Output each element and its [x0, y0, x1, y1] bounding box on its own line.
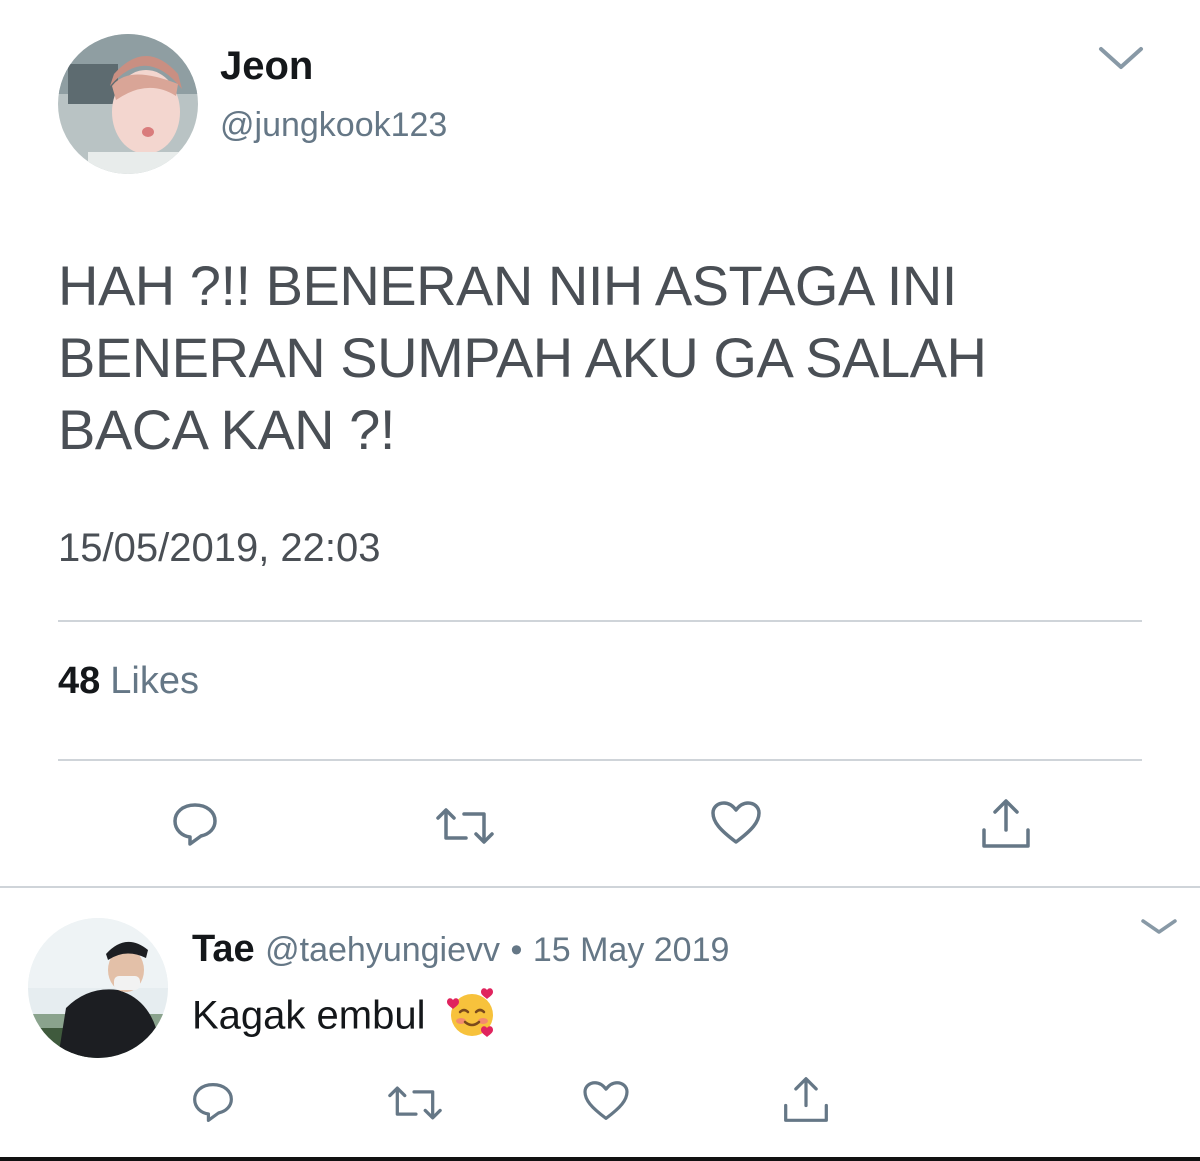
meta-separator: •	[510, 931, 523, 969]
chevron-down-icon[interactable]	[1140, 918, 1178, 936]
share-icon	[784, 1077, 828, 1122]
reply-author-name[interactable]: Tae	[192, 928, 255, 970]
bottom-edge	[0, 1157, 1200, 1161]
share-icon	[982, 799, 1030, 848]
reply-date[interactable]: 15 May 2019	[533, 931, 730, 969]
reply-header: Tae @taehyungievv • 15 May 2019	[192, 928, 729, 971]
author-handle[interactable]: @jungkook123	[220, 106, 447, 145]
retweet-button[interactable]	[388, 1084, 442, 1122]
emoji-smiling-hearts	[445, 986, 499, 1050]
chevron-down-icon[interactable]	[1098, 44, 1144, 72]
retweet-button[interactable]	[436, 806, 494, 846]
author-name[interactable]: Jeon	[220, 44, 313, 89]
tweet-text-line: BENERAN SUMPAH AKU GA SALAH	[58, 326, 987, 389]
reply-author-handle[interactable]: @taehyungievv	[265, 931, 500, 969]
divider	[58, 620, 1142, 622]
reply-button[interactable]	[170, 800, 220, 848]
likes-label: Likes	[110, 660, 199, 702]
like-icon	[583, 1081, 629, 1120]
reply-avatar[interactable]	[28, 918, 168, 1058]
reply-text-content: Kagak embul	[192, 993, 426, 1038]
reply-text: Kagak embul	[192, 986, 499, 1050]
reply-button[interactable]	[190, 1080, 236, 1124]
likes-count: 48	[58, 660, 101, 702]
avatar-photo	[58, 34, 198, 174]
divider	[58, 759, 1142, 761]
like-icon	[711, 801, 761, 844]
avatar-photo	[28, 918, 168, 1058]
author-avatar[interactable]	[58, 34, 198, 174]
share-button[interactable]	[980, 798, 1032, 850]
share-button[interactable]	[782, 1076, 830, 1124]
tweet-timestamp[interactable]: 15/05/2019, 22:03	[58, 526, 381, 571]
reply-icon	[173, 803, 217, 846]
tweet-text-line: BACA KAN ?!	[58, 398, 395, 461]
retweet-icon	[388, 1086, 442, 1120]
like-button[interactable]	[710, 800, 762, 846]
reply-icon	[193, 1082, 233, 1122]
tweet-text: HAH ?!! BENERAN NIH ASTAGA INI BENERAN S…	[58, 250, 1158, 466]
like-button[interactable]	[582, 1080, 630, 1122]
tweet-text-line: HAH ?!! BENERAN NIH ASTAGA INI	[58, 254, 957, 317]
section-divider	[0, 886, 1200, 888]
likes-stat[interactable]: 48 Likes	[58, 660, 199, 703]
retweet-icon	[436, 808, 494, 844]
